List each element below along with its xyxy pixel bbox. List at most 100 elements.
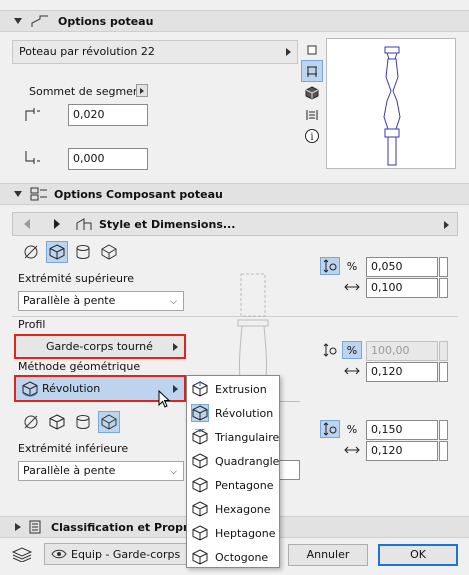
extremite-sup-select[interactable]: Parallèle à pente ⌵ (18, 291, 184, 311)
top-height-stepper[interactable] (439, 257, 448, 277)
component-icon (30, 187, 48, 201)
top-height-field[interactable]: 0,050 (366, 257, 438, 277)
profil-value: Garde-corps tourné (46, 340, 153, 353)
preview-panel (326, 38, 456, 169)
menu-item-label: Hexagone (215, 502, 271, 516)
menu-item-label: Révolution (215, 406, 274, 420)
width-arrows-icon (342, 280, 362, 294)
percent-toggle[interactable]: % (342, 341, 362, 359)
cylinder-end-button[interactable] (72, 241, 94, 263)
menu-item-quadrangle[interactable]: Quadrangle (187, 449, 281, 473)
ok-button[interactable]: OK (378, 544, 458, 566)
collapse-triangle-icon (14, 191, 22, 197)
section-title: Classification et Propriét (51, 520, 205, 534)
height-icon[interactable] (320, 257, 340, 275)
percent-label: % (346, 343, 358, 357)
expand-triangle-icon (15, 523, 21, 531)
top-width-stepper[interactable] (439, 278, 448, 298)
menu-item-hexagone[interactable]: Hexagone (187, 497, 281, 521)
cube-end-button[interactable] (46, 241, 68, 263)
cylinder-end-button-bottom[interactable] (72, 411, 94, 433)
chevron-right-icon (286, 48, 291, 56)
width-arrows-icon (342, 364, 362, 378)
bot-height-stepper[interactable] (439, 420, 448, 440)
chevron-right-icon (444, 221, 449, 229)
no-end-button[interactable] (20, 241, 42, 263)
poteau-selector[interactable]: Poteau par révolution 22 (12, 40, 298, 64)
mid-height-field: 100,00 (366, 341, 438, 361)
height-icon[interactable] (320, 420, 340, 438)
percent-label: % (346, 259, 358, 273)
extremite-inf-label: Extrémité inférieure (18, 442, 129, 455)
collapse-triangle-icon (14, 18, 22, 24)
options-composant-header[interactable]: Options Composant poteau (0, 183, 469, 205)
triangle-prism-icon (191, 428, 209, 446)
menu-item-label: Octogone (215, 550, 269, 564)
profil-label: Profil (18, 318, 46, 331)
layer-name: Equip - Garde-corps (71, 548, 181, 561)
square-view-icon[interactable] (303, 42, 321, 58)
nav-next-button[interactable] (47, 214, 67, 234)
menu-item-heptagone[interactable]: Heptagone (187, 521, 281, 545)
nav-prev-button[interactable] (17, 214, 37, 234)
style-dimensions-icon (75, 216, 93, 232)
bot-width-field[interactable]: 0,120 (366, 441, 438, 461)
section-view-icon[interactable] (303, 106, 321, 124)
mid-width-field[interactable]: 0,120 (366, 362, 438, 382)
info-icon[interactable]: i (303, 127, 321, 145)
menu-item-label: Heptagone (215, 526, 276, 540)
menu-item-label: Extrusion (215, 382, 267, 396)
menu-item-triangulaire[interactable]: Triangulaire (187, 425, 281, 449)
width-arrows-icon (342, 443, 362, 457)
menu-item-label: Quadrangle (215, 454, 280, 468)
chevron-down-icon: ⌵ (170, 467, 177, 477)
methode-value: Révolution (42, 382, 101, 395)
dropdown-arrow-button[interactable] (136, 84, 148, 97)
mid-height-stepper (439, 341, 448, 361)
methode-label: Méthode géométrique (18, 360, 141, 373)
menu-item-octogone[interactable]: Octogone (187, 545, 281, 569)
revolution-icon (22, 381, 38, 397)
percent-toggle[interactable]: % (342, 420, 362, 438)
3d-view-icon[interactable] (303, 84, 321, 102)
bot-width-stepper[interactable] (439, 441, 448, 461)
percent-label: % (346, 422, 358, 436)
menu-item-pentagone[interactable]: Pentagone (187, 473, 281, 497)
poteau-selector-value: Poteau par révolution 22 (19, 45, 155, 58)
section-title: Options poteau (58, 14, 154, 28)
revolution-icon (191, 404, 209, 422)
menu-item-label: Pentagone (215, 478, 274, 492)
options-poteau-header[interactable]: Options poteau (0, 10, 469, 32)
profil-select[interactable]: Garde-corps tourné (14, 334, 186, 359)
chamfer-end-button[interactable] (98, 241, 120, 263)
svg-text:i: i (310, 132, 313, 143)
extrusion-icon (191, 380, 209, 398)
no-end-button-bottom[interactable] (20, 411, 42, 433)
extremite-sup-value: Parallèle à pente (23, 294, 116, 307)
penta-prism-icon (191, 476, 209, 494)
height-icon[interactable] (320, 341, 340, 359)
menu-item-extrusion[interactable]: Extrusion (187, 377, 281, 401)
chevron-right-icon (173, 343, 178, 351)
post-preview-drawing (383, 46, 401, 166)
elevation-view-icon[interactable] (301, 60, 323, 82)
chamfer-end-button-bottom[interactable] (98, 411, 120, 433)
cube-end-button-bottom[interactable] (46, 411, 68, 433)
style-nav-bar: Style et Dimensions... (12, 212, 458, 236)
percent-toggle[interactable]: % (342, 257, 362, 275)
mouse-cursor-icon (158, 390, 171, 408)
quad-prism-icon (191, 452, 209, 470)
sommet-label: Sommet de segment (29, 85, 145, 98)
extremite-sup-label: Extrémité supérieure (18, 272, 134, 285)
methode-popup-menu: Extrusion Révolution Triangulaire Quadra… (186, 375, 280, 568)
cancel-button[interactable]: Annuler (288, 544, 368, 566)
extremite-inf-select[interactable]: Parallèle à pente ⌵ (18, 461, 184, 481)
segment-bottom-field[interactable]: 0,000 (68, 148, 148, 170)
style-nav-label: Style et Dimensions... (99, 218, 236, 231)
menu-item-revolution[interactable]: Révolution (187, 401, 281, 425)
mid-width-stepper[interactable] (439, 362, 448, 382)
segment-top-field[interactable]: 0,020 (68, 104, 148, 126)
bot-height-field[interactable]: 0,150 (366, 420, 438, 440)
top-width-field[interactable]: 0,100 (366, 278, 438, 298)
eye-icon (51, 548, 67, 560)
